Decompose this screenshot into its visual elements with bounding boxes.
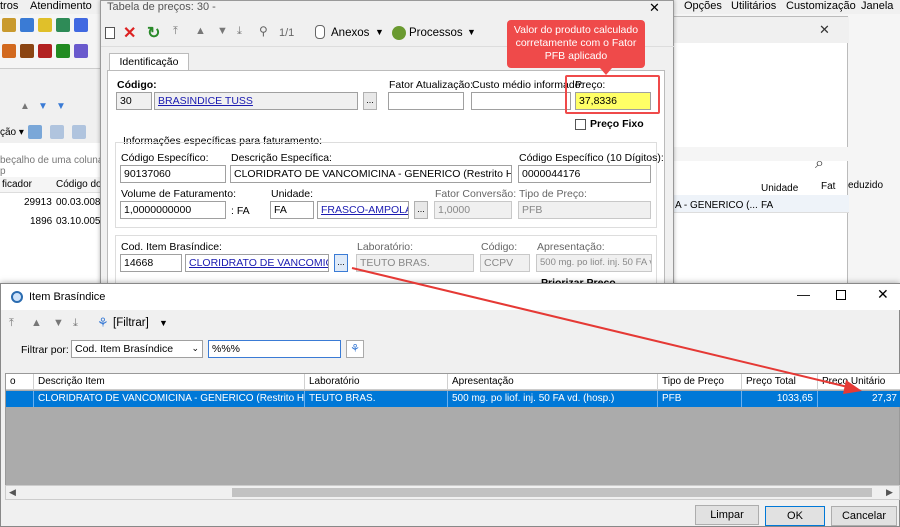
- annotation-arrow: [351, 267, 862, 394]
